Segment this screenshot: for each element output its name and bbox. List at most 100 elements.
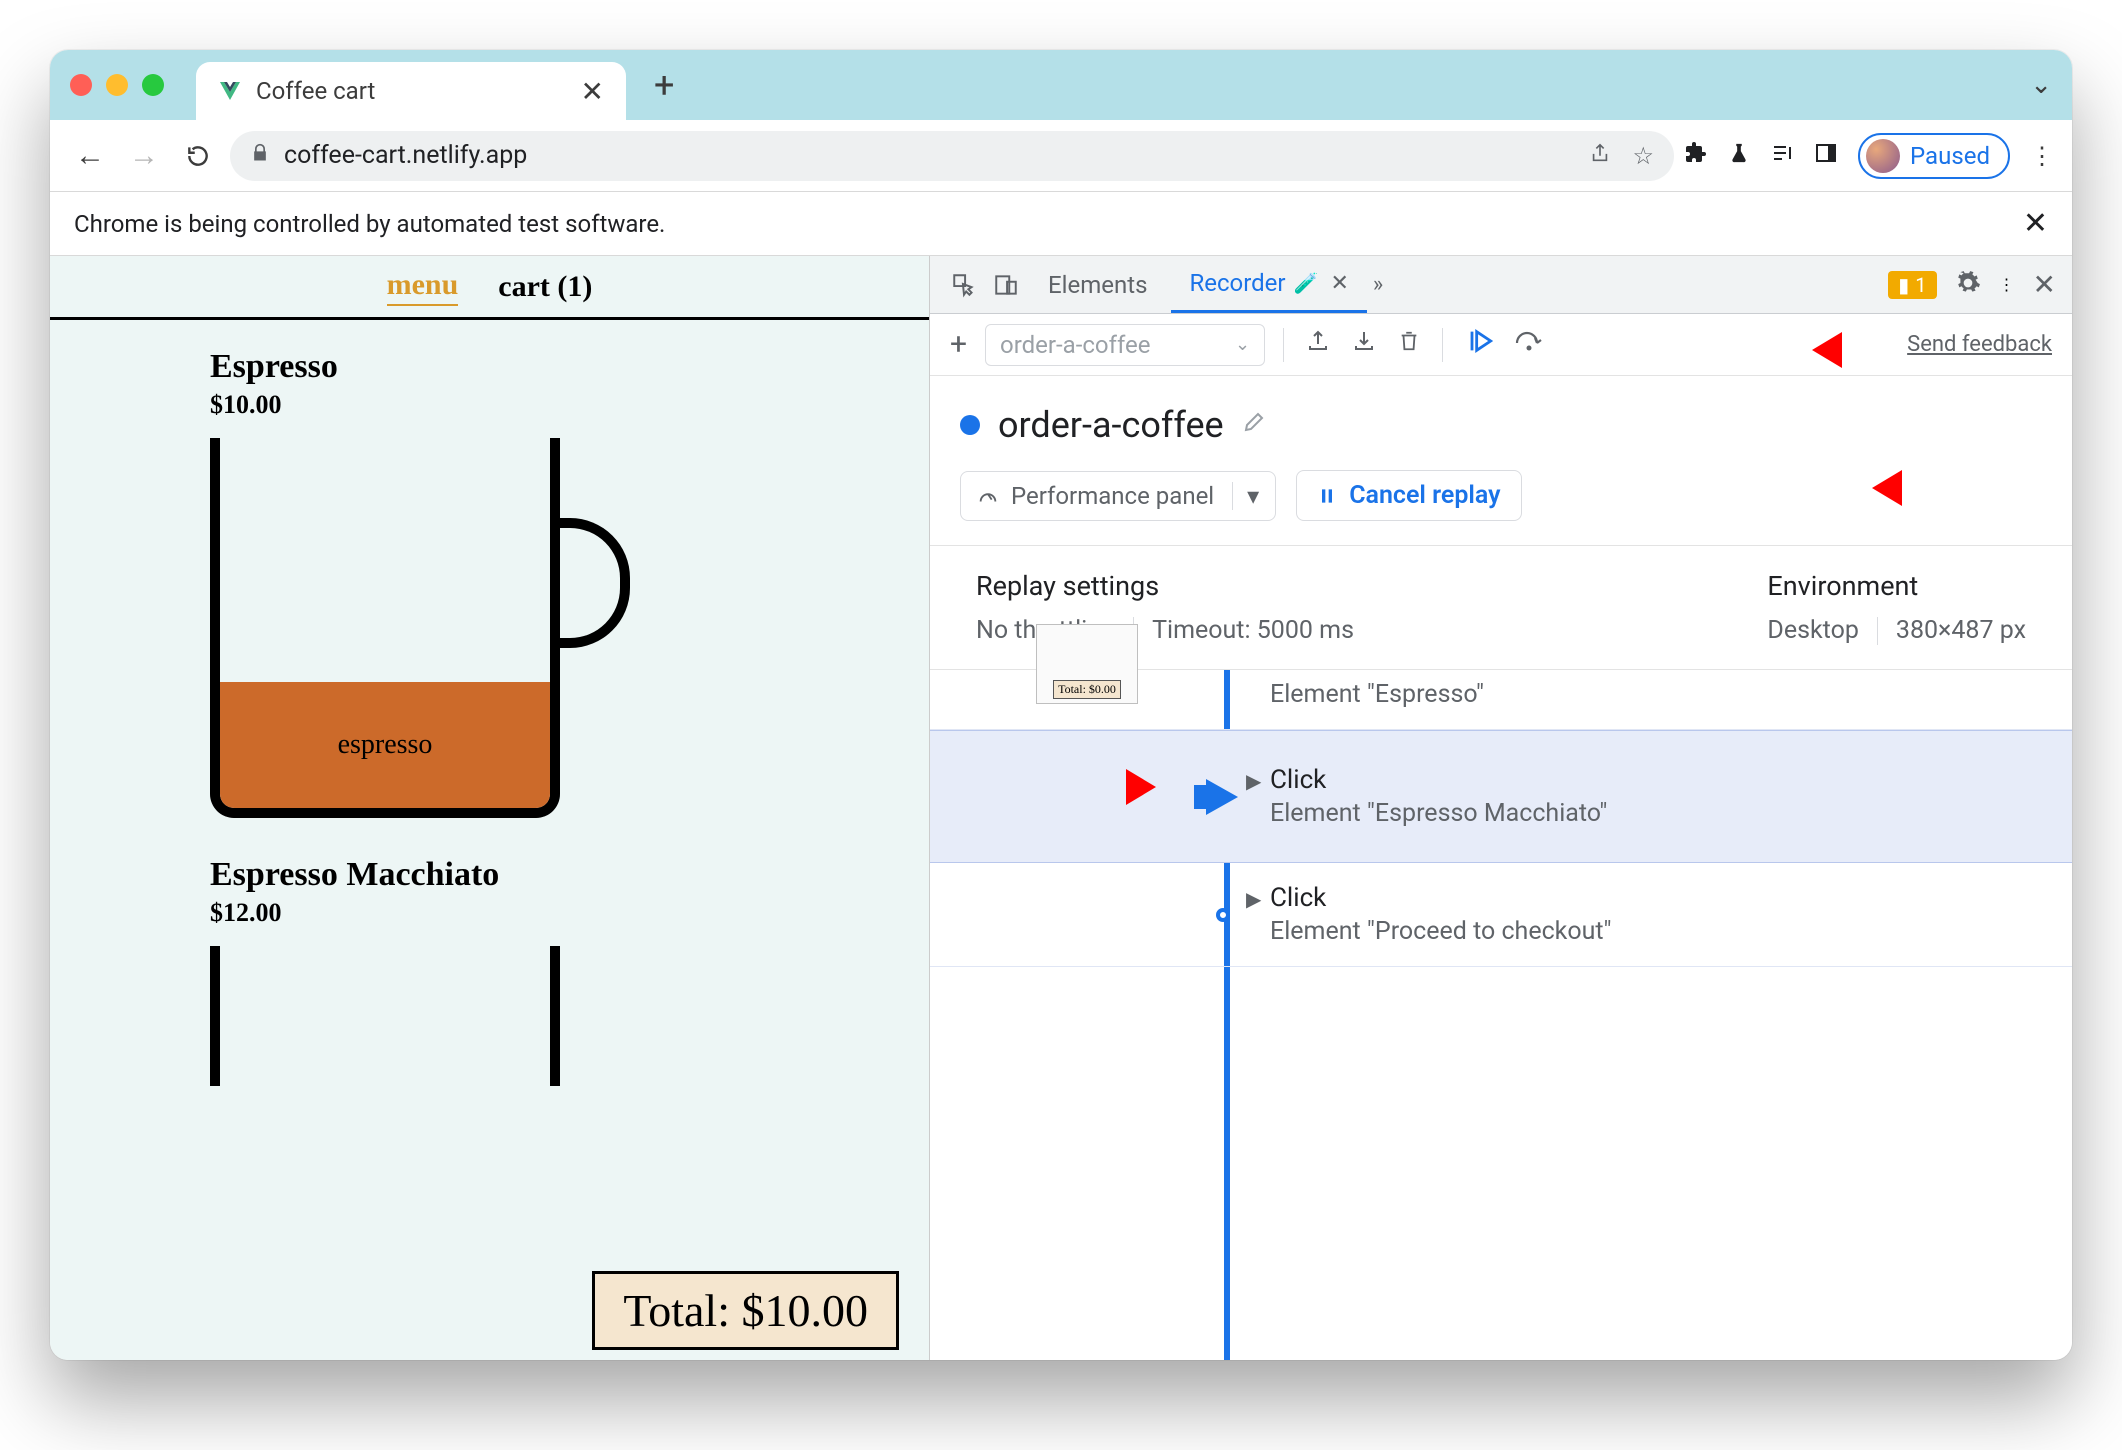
warning-count: 1 bbox=[1915, 273, 1926, 297]
recording-selector-value: order-a-coffee bbox=[1000, 331, 1150, 359]
timeline-step[interactable]: Total: $0.00 Element "Espresso" bbox=[930, 670, 2072, 730]
chevron-down-icon: ⌄ bbox=[1235, 334, 1250, 355]
share-icon[interactable] bbox=[1589, 142, 1611, 170]
window-maximize-button[interactable] bbox=[142, 74, 164, 96]
toolbar: ← → coffee-cart.netlify.app ☆ Paused ⋮ bbox=[50, 120, 2072, 192]
kebab-menu-icon[interactable]: ⋮ bbox=[2030, 142, 2054, 170]
step-target: Element "Espresso" bbox=[1270, 680, 1484, 709]
reload-button[interactable] bbox=[176, 134, 220, 178]
back-button[interactable]: ← bbox=[68, 134, 112, 178]
gauge-icon bbox=[977, 485, 999, 507]
new-tab-button[interactable]: + bbox=[654, 64, 674, 106]
delete-icon[interactable] bbox=[1398, 329, 1420, 360]
window-close-button[interactable] bbox=[70, 74, 92, 96]
coffee-cup-icon[interactable] bbox=[210, 946, 630, 1066]
step-target: Element "Espresso Macchiato" bbox=[1270, 799, 1607, 828]
pause-icon bbox=[1317, 486, 1337, 506]
avatar bbox=[1866, 139, 1900, 173]
product-price: $10.00 bbox=[210, 390, 929, 420]
profile-paused-chip[interactable]: Paused bbox=[1858, 133, 2010, 179]
inspect-icon[interactable] bbox=[946, 267, 982, 303]
product-espresso: Espresso $10.00 espresso bbox=[50, 320, 929, 828]
device-toggle-icon[interactable] bbox=[988, 267, 1024, 303]
total-label: Total: $10.00 bbox=[623, 1285, 868, 1336]
toolbar-icons: Paused ⋮ bbox=[1684, 133, 2054, 179]
env-size: 380×487 px bbox=[1896, 616, 2026, 645]
annotation-arrow bbox=[1066, 759, 1156, 815]
export-icon[interactable] bbox=[1306, 329, 1330, 360]
environment-title: Environment bbox=[1767, 570, 2026, 602]
recording-status-dot bbox=[960, 415, 980, 435]
tab-close-icon[interactable]: ✕ bbox=[1330, 271, 1348, 296]
url-text: coffee-cart.netlify.app bbox=[284, 141, 527, 170]
address-bar[interactable]: coffee-cart.netlify.app ☆ bbox=[230, 131, 1674, 181]
expand-icon[interactable]: ▶ bbox=[1246, 887, 1261, 911]
edit-icon[interactable] bbox=[1242, 410, 1266, 440]
kebab-icon[interactable]: ⋮ bbox=[1999, 275, 2015, 294]
step-action: Click bbox=[1270, 883, 1612, 913]
add-recording-button[interactable]: + bbox=[950, 327, 967, 362]
content-split: menu cart (1) Espresso $10.00 espresso E… bbox=[50, 256, 2072, 1360]
recorder-toolbar: + order-a-coffee ⌄ Send feedback bbox=[930, 314, 2072, 376]
annotation-arrow bbox=[1812, 322, 1902, 378]
browser-window: Coffee cart ✕ + ⌄ ← → coffee-cart.netlif… bbox=[50, 50, 2072, 1360]
product-title: Espresso bbox=[210, 348, 929, 386]
reading-list-icon[interactable] bbox=[1770, 141, 1794, 171]
current-step-marker bbox=[1206, 779, 1238, 815]
devtools-tabs: Elements Recorder 🧪 ✕ » ▮ 1 ⋮ ✕ bbox=[930, 256, 2072, 314]
recording-header: order-a-coffee Performance panel ▾ Cance… bbox=[930, 376, 2072, 546]
env-device: Desktop bbox=[1767, 616, 1858, 645]
performance-panel-button[interactable]: Performance panel ▾ bbox=[960, 471, 1276, 521]
reload-icon bbox=[185, 143, 211, 169]
labs-icon[interactable] bbox=[1728, 141, 1750, 171]
titlebar: Coffee cart ✕ + ⌄ bbox=[50, 50, 2072, 120]
browser-tab[interactable]: Coffee cart ✕ bbox=[196, 62, 626, 120]
side-panel-icon[interactable] bbox=[1814, 141, 1838, 171]
warning-icon: ▮ bbox=[1898, 273, 1909, 297]
step-target: Element "Proceed to checkout" bbox=[1270, 917, 1612, 946]
cup-fill-label: espresso bbox=[220, 682, 550, 808]
replay-settings-title: Replay settings bbox=[976, 570, 1354, 602]
tabs-dropdown-icon[interactable]: ⌄ bbox=[2030, 70, 2052, 100]
step-over-icon[interactable] bbox=[1515, 329, 1545, 360]
nav-menu-link[interactable]: menu bbox=[387, 268, 459, 306]
paused-label: Paused bbox=[1910, 142, 1990, 170]
devtools-close-icon[interactable]: ✕ bbox=[2033, 268, 2056, 301]
replay-icon[interactable] bbox=[1465, 327, 1493, 362]
timeline-step[interactable]: ▶ Click Element "Proceed to checkout" bbox=[930, 863, 2072, 967]
product-price: $12.00 bbox=[210, 898, 929, 928]
more-tabs-icon[interactable]: » bbox=[1373, 272, 1383, 297]
expand-icon[interactable]: ▶ bbox=[1246, 769, 1261, 793]
vue-icon bbox=[218, 79, 242, 103]
cancel-replay-button[interactable]: Cancel replay bbox=[1296, 470, 1521, 521]
steps-timeline: Total: $0.00 Element "Espresso" ▶ Click … bbox=[930, 669, 2072, 1360]
traffic-lights bbox=[70, 74, 164, 96]
extensions-icon[interactable] bbox=[1684, 141, 1708, 171]
timeout-value[interactable]: Timeout: 5000 ms bbox=[1152, 616, 1354, 645]
devtools-panel: Elements Recorder 🧪 ✕ » ▮ 1 ⋮ ✕ bbox=[930, 256, 2072, 1360]
page-nav: menu cart (1) bbox=[50, 256, 929, 320]
tab-elements[interactable]: Elements bbox=[1030, 256, 1165, 313]
tab-recorder[interactable]: Recorder 🧪 ✕ bbox=[1171, 256, 1366, 313]
cart-total-button[interactable]: Total: $10.00 bbox=[592, 1271, 899, 1350]
product-macchiato: Espresso Macchiato $12.00 bbox=[50, 828, 929, 1066]
banner-close-icon[interactable]: ✕ bbox=[2023, 206, 2048, 241]
forward-button[interactable]: → bbox=[122, 134, 166, 178]
window-minimize-button[interactable] bbox=[106, 74, 128, 96]
send-feedback-link[interactable]: Send feedback bbox=[1907, 332, 2052, 357]
issues-badge[interactable]: ▮ 1 bbox=[1888, 271, 1936, 299]
import-icon[interactable] bbox=[1352, 329, 1376, 360]
automation-banner-text: Chrome is being controlled by automated … bbox=[74, 210, 665, 238]
bookmark-icon[interactable]: ☆ bbox=[1633, 142, 1655, 170]
nav-cart-link[interactable]: cart (1) bbox=[498, 270, 592, 304]
recording-name: order-a-coffee bbox=[998, 404, 1224, 446]
automation-banner: Chrome is being controlled by automated … bbox=[50, 192, 2072, 256]
webpage: menu cart (1) Espresso $10.00 espresso E… bbox=[50, 256, 930, 1360]
gear-icon[interactable] bbox=[1955, 270, 1981, 300]
step-marker bbox=[1216, 908, 1230, 922]
product-title: Espresso Macchiato bbox=[210, 856, 929, 894]
tab-close-icon[interactable]: ✕ bbox=[581, 75, 604, 108]
coffee-cup-icon[interactable]: espresso bbox=[210, 438, 630, 828]
recording-selector[interactable]: order-a-coffee ⌄ bbox=[985, 324, 1265, 366]
timeline-step-current[interactable]: ▶ Click Element "Espresso Macchiato" bbox=[930, 730, 2072, 863]
